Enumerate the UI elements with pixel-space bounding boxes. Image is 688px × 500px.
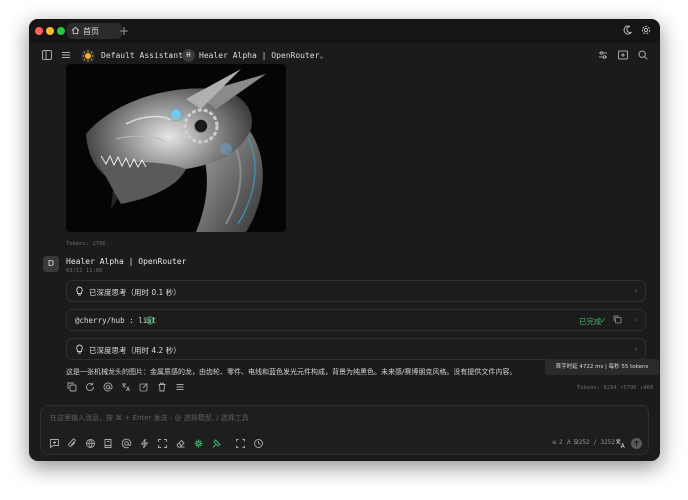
copy-icon[interactable] bbox=[613, 315, 622, 324]
mcp-tools-icon[interactable] bbox=[193, 438, 204, 449]
context-icon: ≡ bbox=[552, 439, 556, 446]
thinking-block-1[interactable]: 已深度思考（用时 0.1 秒） › bbox=[66, 280, 646, 302]
lightbulb-icon bbox=[75, 344, 84, 354]
edit-icon[interactable] bbox=[139, 382, 149, 392]
regenerate-icon[interactable] bbox=[85, 382, 95, 392]
shield-check-icon bbox=[146, 316, 154, 325]
translate-input-icon[interactable] bbox=[615, 438, 626, 449]
thinking-label-1: 已深度思考（用时 0.1 秒） bbox=[89, 288, 181, 297]
more-menu-icon[interactable] bbox=[175, 382, 185, 392]
expand-icon[interactable] bbox=[157, 438, 168, 449]
delete-icon[interactable] bbox=[157, 382, 167, 392]
tool-call-block[interactable]: @cherry/hub : list 已完成 ✓ › bbox=[66, 309, 646, 331]
quick-phrase-icon[interactable] bbox=[211, 438, 222, 449]
mention-icon[interactable] bbox=[121, 438, 132, 449]
tab-home[interactable]: 首页 bbox=[67, 23, 122, 39]
tool-status: 已完成 bbox=[579, 317, 602, 326]
gear-icon[interactable] bbox=[641, 25, 651, 35]
chevron-right-icon: › bbox=[634, 286, 638, 295]
message-input-placeholder[interactable]: 在这里输入消息，按 ⌘ + Enter 发送 - @ 选择模型, / 选择工具 bbox=[50, 413, 249, 423]
model-selector[interactable]: Healer Alpha | OpenRouter bbox=[199, 51, 319, 60]
eraser-icon[interactable] bbox=[175, 438, 186, 449]
moon-icon[interactable] bbox=[623, 25, 633, 35]
settings-sliders-icon[interactable] bbox=[597, 49, 611, 63]
message-token-stats: Tokens: 6284 ↑5796 ↓468 bbox=[577, 385, 654, 391]
new-topic-icon[interactable] bbox=[49, 438, 60, 449]
tool-call-name: @cherry/hub : list bbox=[75, 316, 157, 325]
app-window: 首页 + Default Assistant › H Healer Alpha … bbox=[29, 19, 660, 461]
chevron-right-icon: › bbox=[634, 315, 638, 324]
latency-tooltip: 首字时延 4722 ms | 每秒 55 tokens bbox=[545, 359, 659, 375]
layout-icon[interactable] bbox=[617, 49, 631, 63]
token-count: ↑ 3252 / 3252 bbox=[568, 439, 615, 446]
lightning-icon[interactable] bbox=[139, 438, 150, 449]
search-icon[interactable] bbox=[637, 49, 651, 63]
translate-icon[interactable] bbox=[121, 382, 131, 392]
chevron-updown-icon[interactable]: ⌄ bbox=[319, 51, 324, 60]
message-input-box[interactable]: 在这里输入消息，按 ⌘ + Enter 发送 - @ 选择模型, / 选择工具 bbox=[40, 405, 649, 455]
model-avatar: H bbox=[182, 49, 195, 62]
send-button[interactable] bbox=[631, 438, 642, 449]
home-icon bbox=[71, 26, 80, 35]
menu-icon[interactable] bbox=[60, 49, 74, 63]
fullscreen-icon[interactable] bbox=[235, 438, 246, 449]
thinking-label-2: 已深度思考（用时 4.2 秒） bbox=[89, 346, 181, 355]
image-token-count: Tokens: 2766 bbox=[66, 241, 106, 247]
check-icon: ✓ bbox=[600, 316, 607, 325]
sidebar-toggle-icon[interactable] bbox=[41, 49, 55, 63]
tab-label: 首页 bbox=[83, 27, 99, 36]
sender-avatar: D bbox=[43, 256, 59, 272]
title-bar: 首页 + bbox=[29, 19, 660, 43]
attached-image-mechanical-dragon[interactable] bbox=[66, 64, 286, 232]
sender-name: Healer Alpha | OpenRouter bbox=[66, 257, 187, 266]
message-timestamp: 03/12 11:00 bbox=[66, 268, 103, 274]
chevron-right-icon: › bbox=[169, 51, 174, 60]
chevron-right-icon: › bbox=[634, 344, 638, 353]
maximize-window-button[interactable] bbox=[57, 27, 65, 35]
lightbulb-icon bbox=[75, 286, 84, 296]
new-tab-button[interactable]: + bbox=[119, 24, 129, 38]
clock-icon[interactable] bbox=[253, 438, 264, 449]
knowledge-base-icon[interactable] bbox=[103, 438, 114, 449]
assistant-response: 这是一张机械龙头的图片：金属质感的龙，由齿轮、零件、电线和蓝色发光元件构成，背景… bbox=[66, 368, 517, 376]
assistant-avatar bbox=[81, 49, 95, 63]
attachment-icon[interactable] bbox=[67, 438, 78, 449]
minimize-window-button[interactable] bbox=[46, 27, 54, 35]
mention-model-icon[interactable] bbox=[103, 382, 113, 392]
copy-message-icon[interactable] bbox=[67, 382, 77, 392]
close-window-button[interactable] bbox=[35, 27, 43, 35]
thinking-block-2[interactable]: 已深度思考（用时 4.2 秒） › bbox=[66, 338, 646, 360]
web-search-icon[interactable] bbox=[85, 438, 96, 449]
